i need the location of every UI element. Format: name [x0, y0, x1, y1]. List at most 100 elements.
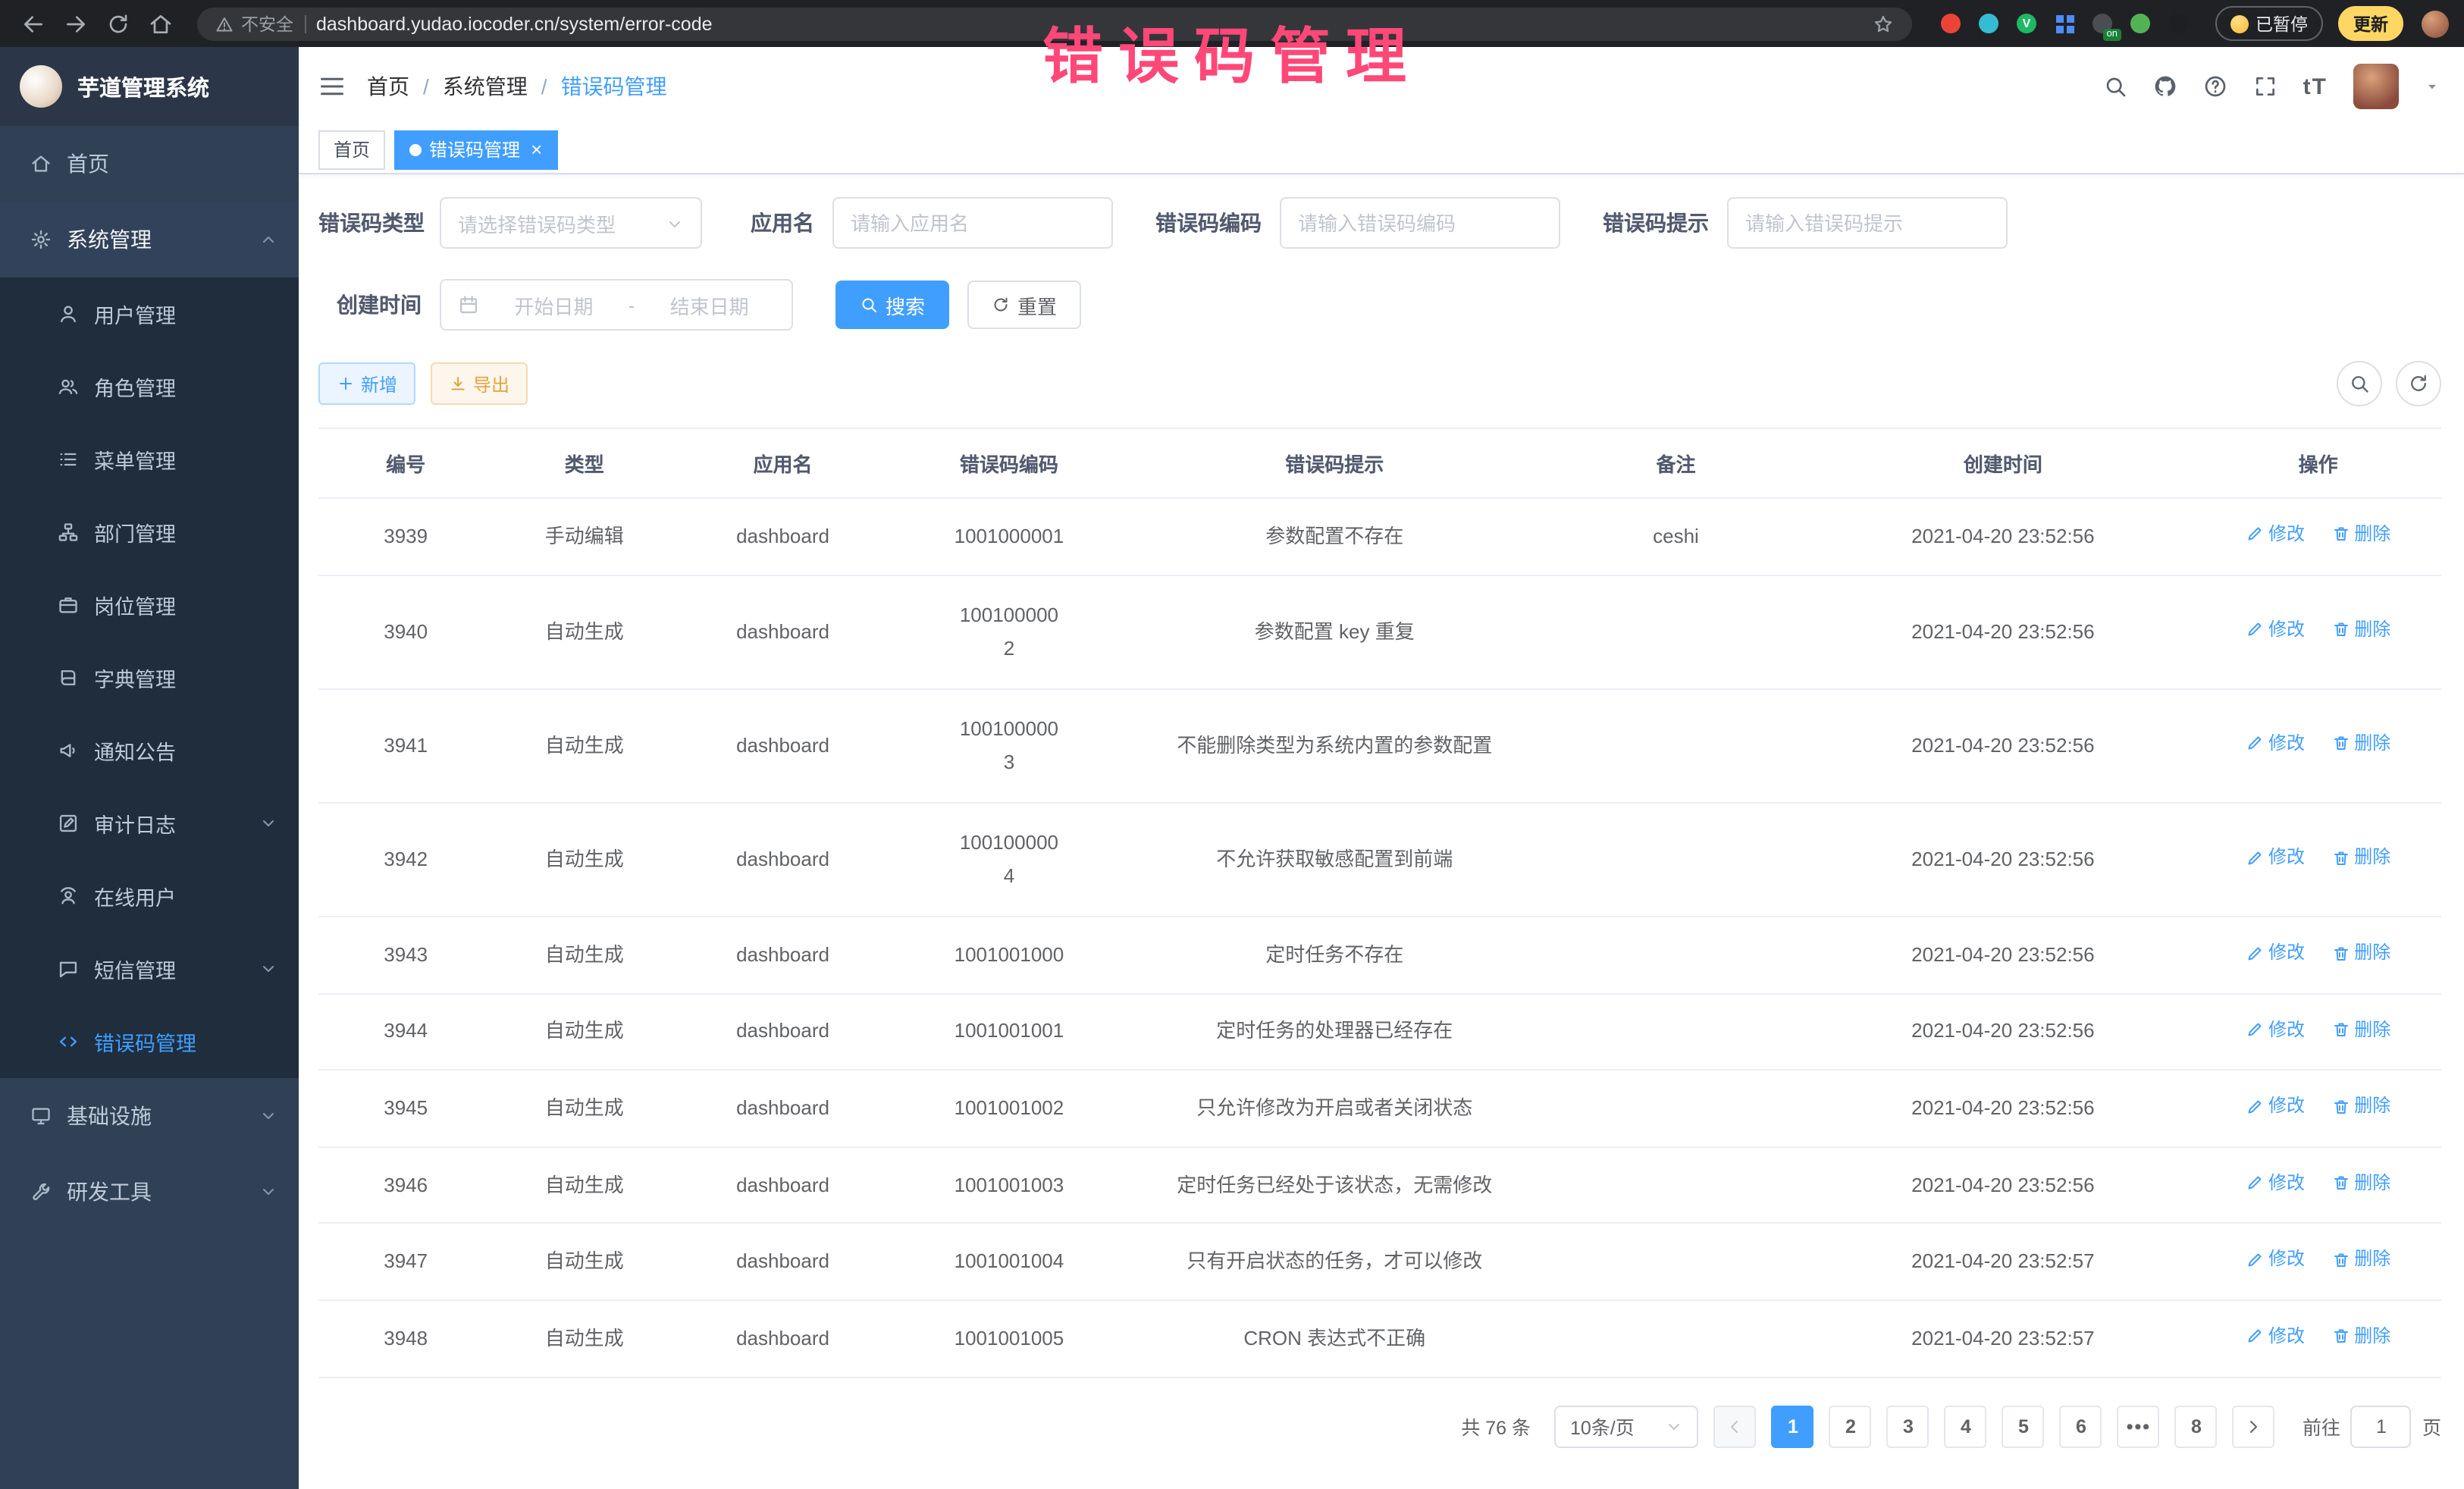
breadcrumb-home[interactable]: 首页	[367, 71, 409, 102]
delete-link[interactable]: 删除	[2331, 731, 2390, 757]
tab-home[interactable]: 首页	[318, 130, 385, 169]
drop-extension-icon[interactable]	[1977, 11, 2001, 36]
cell-actions: 修改 删除	[2195, 1147, 2441, 1224]
security-status[interactable]: 不安全	[215, 11, 293, 36]
export-button[interactable]: 导出	[431, 362, 528, 405]
browser-back-button[interactable]	[15, 5, 52, 42]
page-button-6[interactable]: 6	[2060, 1405, 2102, 1447]
edit-link[interactable]: 修改	[2246, 845, 2305, 871]
github-icon[interactable]	[2153, 74, 2177, 99]
next-page-button[interactable]	[2233, 1405, 2275, 1447]
delete-link[interactable]: 删除	[2331, 1324, 2390, 1350]
delete-link[interactable]: 删除	[2331, 1094, 2390, 1120]
bookmark-star-icon[interactable]	[1872, 12, 1893, 35]
paused-badge[interactable]: 已暂停	[2215, 6, 2323, 41]
edit-link[interactable]: 修改	[2246, 1094, 2305, 1120]
browser-reload-button[interactable]	[100, 5, 136, 42]
pin-extension-icon[interactable]	[2166, 11, 2190, 36]
delete-link[interactable]: 删除	[2331, 845, 2390, 871]
record-extension-icon[interactable]	[1939, 11, 1963, 36]
sidebar-item-error-code-management[interactable]: 错误码管理	[0, 1005, 299, 1078]
megaphone-icon	[58, 740, 79, 761]
delete-link[interactable]: 删除	[2331, 1017, 2390, 1042]
page-size-select[interactable]: 10条/页	[1555, 1405, 1699, 1447]
page-button-8[interactable]: 8	[2175, 1405, 2218, 1447]
page-button-5[interactable]: 5	[2002, 1405, 2045, 1447]
page-button-4[interactable]: 4	[1945, 1405, 1987, 1447]
browser-home-button[interactable]	[143, 5, 179, 42]
edit-link[interactable]: 修改	[2246, 522, 2305, 547]
page-button-3[interactable]: 3	[1887, 1405, 1930, 1447]
error-type-select[interactable]: 请选择错误码类型	[440, 197, 702, 249]
delete-link[interactable]: 删除	[2331, 1171, 2390, 1196]
check-extension-icon[interactable]: V	[2014, 11, 2039, 36]
sidebar-item-devtools[interactable]: 研发工具	[0, 1154, 299, 1230]
edit-link[interactable]: 修改	[2246, 1324, 2305, 1350]
create-time-label: 创建时间	[318, 290, 440, 320]
app-name-input[interactable]	[832, 197, 1113, 249]
reset-button[interactable]: 重置	[967, 281, 1081, 329]
error-message-input[interactable]	[1727, 197, 2008, 249]
browser-update-button[interactable]: 更新	[2338, 6, 2403, 41]
help-icon[interactable]	[2203, 74, 2227, 99]
browser-profile-avatar[interactable]	[2422, 10, 2449, 37]
prev-page-button[interactable]	[1714, 1405, 1757, 1447]
page-more-button[interactable]: •••	[2118, 1405, 2160, 1447]
sidebar-item-dict-management[interactable]: 字典管理	[0, 641, 299, 714]
close-tab-icon[interactable]: ×	[531, 139, 542, 159]
sidebar-item-post-management[interactable]: 岗位管理	[0, 569, 299, 641]
cell-actions: 修改 删除	[2195, 575, 2441, 688]
edit-link[interactable]: 修改	[2246, 617, 2305, 643]
breadcrumb-system[interactable]: 系统管理	[443, 71, 528, 102]
font-size-icon[interactable]: tT	[2303, 74, 2328, 99]
delete-link[interactable]: 删除	[2331, 1247, 2390, 1273]
user-avatar[interactable]	[2353, 64, 2399, 109]
sidebar-item-sms-management[interactable]: 短信管理	[0, 933, 299, 1005]
error-code-input[interactable]	[1280, 197, 1560, 249]
col-actions: 操作	[2195, 428, 2441, 498]
edit-link[interactable]: 修改	[2246, 1171, 2305, 1196]
table-row: 3943 自动生成 dashboard 1001001000 定时任务不存在 2…	[318, 917, 2441, 993]
cell-actions: 修改 删除	[2195, 498, 2441, 575]
sidebar-item-audit-log[interactable]: 审计日志	[0, 787, 299, 860]
sidebar-submenu: 用户管理 角色管理 菜单管理 部门管理 岗位管理 字典管理 通知公告 审计日志 …	[0, 277, 299, 1078]
sidebar-toggle-button[interactable]	[318, 73, 346, 100]
search-button[interactable]: 搜索	[835, 281, 949, 329]
delete-link[interactable]: 删除	[2331, 522, 2390, 547]
toggle-search-button[interactable]	[2337, 361, 2382, 406]
avatar-caret-icon[interactable]	[2425, 73, 2440, 100]
sidebar-item-online-users[interactable]: 在线用户	[0, 860, 299, 933]
fullscreen-icon[interactable]	[2253, 74, 2277, 99]
sidebar-item-user-management[interactable]: 用户管理	[0, 277, 299, 350]
switch-extension-icon[interactable]: on	[2090, 11, 2114, 36]
goto-page-input[interactable]	[2351, 1405, 2412, 1447]
page-button-1[interactable]: 1	[1772, 1405, 1814, 1447]
page-button-2[interactable]: 2	[1829, 1405, 1872, 1447]
edit-link[interactable]: 修改	[2246, 731, 2305, 757]
date-range-picker[interactable]: 开始日期 - 结束日期	[440, 279, 793, 331]
browser-forward-button[interactable]	[58, 5, 94, 42]
sidebar-item-dept-management[interactable]: 部门管理	[0, 496, 299, 569]
grid-extension-icon[interactable]	[2052, 11, 2077, 36]
table-header: 编号 类型 应用名 错误码编码 错误码提示 备注 创建时间 操作	[318, 428, 2441, 498]
cell-id: 3939	[318, 498, 493, 575]
cell-id: 3943	[318, 917, 493, 993]
sidebar-item-menu-management[interactable]: 菜单管理	[0, 423, 299, 496]
delete-link[interactable]: 删除	[2331, 617, 2390, 643]
address-bar[interactable]: 不安全 dashboard.yudao.iocoder.cn/system/er…	[197, 7, 1911, 40]
sidebar-item-role-management[interactable]: 角色管理	[0, 350, 299, 423]
leaf-extension-icon[interactable]	[2128, 11, 2152, 36]
delete-link[interactable]: 删除	[2331, 940, 2390, 966]
sidebar-item-notice-management[interactable]: 通知公告	[0, 714, 299, 787]
edit-link[interactable]: 修改	[2246, 940, 2305, 966]
sidebar-item-home[interactable]: 首页	[0, 126, 299, 202]
refresh-table-button[interactable]	[2396, 361, 2441, 406]
sidebar-item-system-management[interactable]: 系统管理	[0, 202, 299, 277]
tab-error-code-management[interactable]: 错误码管理 ×	[394, 130, 557, 169]
add-button[interactable]: 新增	[318, 362, 415, 405]
edit-link[interactable]: 修改	[2246, 1247, 2305, 1273]
cell-actions: 修改 删除	[2195, 803, 2441, 917]
edit-link[interactable]: 修改	[2246, 1017, 2305, 1042]
search-icon[interactable]	[2103, 74, 2127, 99]
sidebar-item-infrastructure[interactable]: 基础设施	[0, 1078, 299, 1154]
